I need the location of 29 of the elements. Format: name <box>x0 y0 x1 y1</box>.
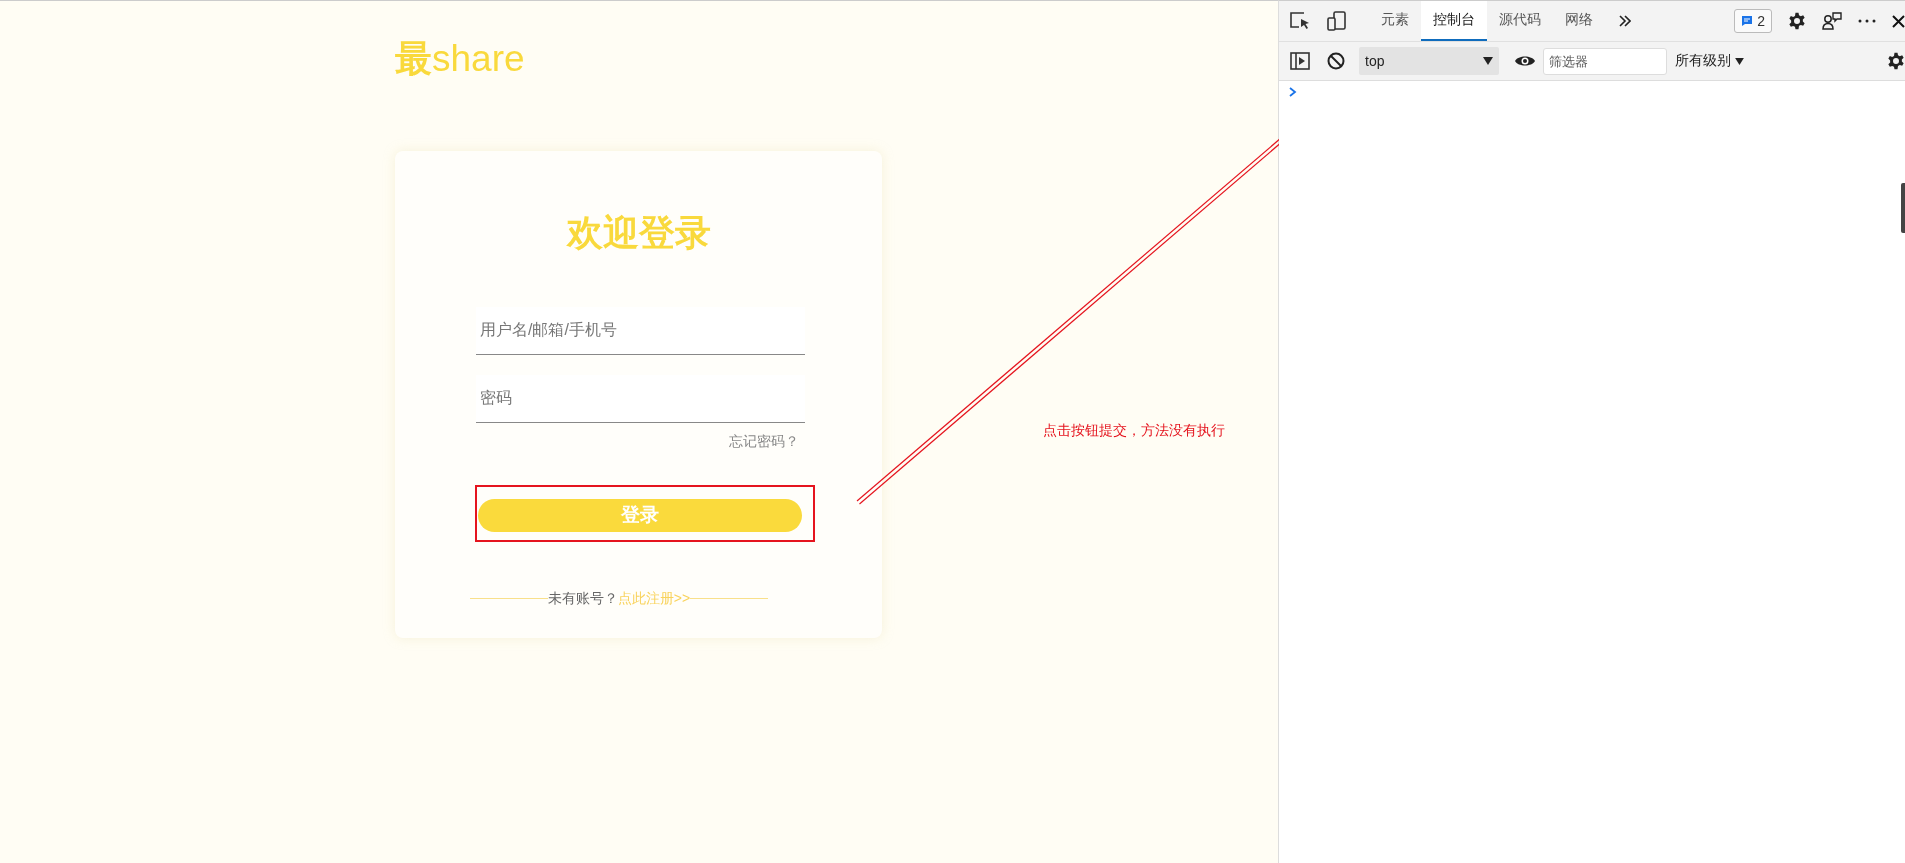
forgot-password-link[interactable]: 忘记密码？ <box>729 432 799 451</box>
signup-prompt: 未有账号？ <box>547 589 618 608</box>
devtools-tab[interactable]: 控制台 <box>1421 1 1487 41</box>
issues-badge[interactable]: 2 <box>1734 9 1772 33</box>
feedback-icon[interactable] <box>1822 12 1842 30</box>
clear-console-icon[interactable] <box>1325 50 1347 72</box>
scrollbar-thumb[interactable] <box>1901 183 1905 233</box>
eye-icon[interactable] <box>1515 54 1535 68</box>
inspect-icon[interactable] <box>1289 10 1311 32</box>
close-icon[interactable] <box>1892 14 1905 28</box>
annotation-note: 点击按钮提交，方法没有执行 <box>1043 422 1225 440</box>
console-prompt-icon[interactable] <box>1289 87 1297 97</box>
context-select[interactable]: top <box>1359 47 1499 75</box>
dropdown-arrow-icon[interactable] <box>1735 57 1744 65</box>
more-options-icon[interactable] <box>1858 19 1876 23</box>
log-level-select[interactable]: 所有级别 <box>1675 52 1744 70</box>
device-icon[interactable] <box>1325 10 1347 32</box>
input-field[interactable]: 密码 <box>476 374 805 423</box>
login-title: 欢迎登录 <box>565 211 712 255</box>
devtools-tab[interactable]: 网络 <box>1553 1 1605 41</box>
dropdown-arrow-icon[interactable] <box>1483 57 1493 65</box>
devtools-tab[interactable]: 元素 <box>1369 1 1421 41</box>
devtools-tab[interactable]: 源代码 <box>1487 1 1553 41</box>
settings-icon[interactable] <box>1788 12 1806 30</box>
settings-icon[interactable] <box>1887 52 1905 70</box>
filter-field[interactable]: 筛选器 <box>1543 47 1667 75</box>
more-tabs-icon[interactable] <box>1619 15 1631 27</box>
input-field[interactable]: 用户名/邮箱/手机号 <box>476 306 805 355</box>
sidebar-toggle-icon[interactable] <box>1289 50 1311 72</box>
